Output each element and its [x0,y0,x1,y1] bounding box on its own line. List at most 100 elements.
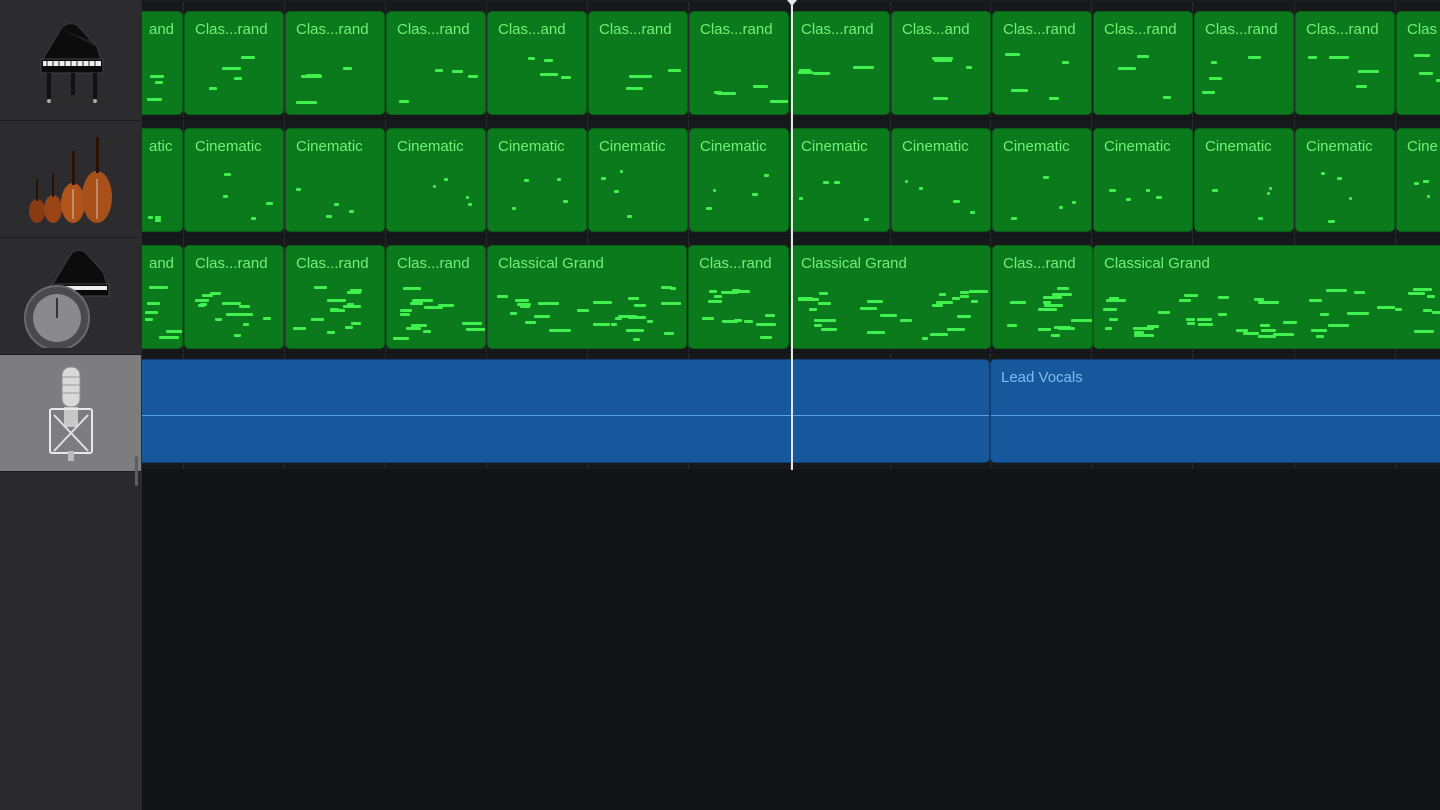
midi-region[interactable]: Cinematic [790,128,890,232]
midi-note [592,301,612,305]
midi-notes [1296,129,1394,231]
midi-region[interactable]: Cinematic [1093,128,1193,232]
midi-note [1422,308,1432,312]
midi-note [537,302,559,306]
midi-note [918,187,924,191]
midi-note [752,85,768,89]
midi-note [752,192,758,196]
midi-note [329,309,345,313]
midi-region[interactable]: and [142,245,183,349]
microphone-icon [48,366,93,461]
audio-region[interactable] [142,359,990,463]
empty-track-area[interactable] [142,471,1440,810]
midi-note [159,335,180,339]
midi-region[interactable]: Clas [1396,11,1440,115]
midi-note [1038,307,1058,311]
midi-note [938,292,947,296]
midi-region[interactable]: Cinematic [285,128,385,232]
midi-note [1183,293,1198,297]
midi-note [813,72,831,76]
midi-region[interactable]: and [142,11,183,115]
midi-region[interactable]: Clas...rand [992,11,1092,115]
midi-notes [286,12,384,114]
midi-region[interactable]: Cinematic [386,128,486,232]
midi-region[interactable]: Clas...rand [1295,11,1395,115]
midi-region[interactable]: Clas...rand [1194,11,1294,115]
track-header-piano[interactable] [0,4,141,121]
midi-note [1072,200,1077,204]
midi-region[interactable]: Clas...rand [689,11,789,115]
tracks-scrollbar[interactable] [135,456,138,486]
playhead-handle[interactable] [787,0,797,6]
midi-note [293,326,307,330]
midi-region[interactable]: Clas...rand [790,11,890,115]
midi-region[interactable]: Clas...and [891,11,991,115]
midi-region[interactable]: Classical Grand [1093,245,1440,349]
midi-region[interactable]: Cinematic [487,128,587,232]
midi-note [266,202,273,206]
track-header-strings[interactable] [0,121,141,238]
midi-note [562,200,568,204]
midi-region[interactable]: Cine [1396,128,1440,232]
midi-note [410,301,423,305]
midi-region[interactable]: Classical Grand [487,245,687,349]
midi-note [1201,91,1215,95]
midi-region[interactable]: Cinematic [992,128,1092,232]
midi-region[interactable]: Clas...rand [386,245,486,349]
midi-note [165,330,182,334]
playhead[interactable] [791,0,793,470]
midi-region[interactable]: Cinematic [588,128,688,232]
midi-region[interactable]: Cinematic [891,128,991,232]
midi-region[interactable]: atic [142,128,183,232]
midi-note [702,316,714,320]
midi-note [240,55,255,59]
midi-note [959,291,970,295]
midi-note [1354,290,1366,294]
midi-notes [993,12,1091,114]
midi-note [921,336,928,340]
midi-region[interactable]: Clas...rand [285,11,385,115]
midi-region[interactable]: Clas...rand [386,11,486,115]
midi-region[interactable]: Clas...rand [688,245,789,349]
midi-note [1266,191,1270,195]
audio-region[interactable]: Lead Vocals [990,359,1440,463]
midi-region[interactable]: Clas...and [487,11,587,115]
midi-region[interactable]: Classical Grand [790,245,991,349]
midi-region[interactable]: Clas...rand [1093,11,1193,115]
midi-note [411,298,434,302]
midi-region[interactable]: Cinematic [1194,128,1294,232]
midi-region[interactable]: Clas...rand [588,11,688,115]
midi-note [797,297,819,301]
midi-note [145,318,153,322]
midi-note [1211,60,1218,64]
midi-note [1010,88,1028,92]
midi-region[interactable]: Cinematic [1295,128,1395,232]
midi-note [818,302,832,306]
midi-region[interactable]: Clas...rand [992,245,1093,349]
midi-region[interactable]: Cinematic [184,128,284,232]
midi-note [145,311,159,315]
midi-note [1347,311,1369,315]
midi-note [1062,60,1069,64]
midi-note [263,316,272,320]
midi-region[interactable]: Clas...rand [184,245,284,349]
audio-waveform [142,415,989,416]
midi-note [601,177,607,181]
midi-note [744,320,754,324]
midi-note [933,58,953,62]
midi-note [1413,53,1430,57]
midi-note [797,70,813,74]
midi-region[interactable]: Cinematic [689,128,789,232]
midi-note [466,327,485,331]
midi-note [1414,330,1435,334]
midi-note [880,313,898,317]
midi-note [1309,299,1323,303]
midi-note [1414,181,1420,185]
track-header-piano-2[interactable] [0,238,141,355]
midi-note [234,333,241,337]
midi-note [1426,194,1431,198]
midi-region[interactable]: Clas...rand [184,11,284,115]
midi-region[interactable]: Clas...rand [285,245,385,349]
midi-note [614,316,622,320]
track-header-vocals[interactable] [0,355,141,472]
